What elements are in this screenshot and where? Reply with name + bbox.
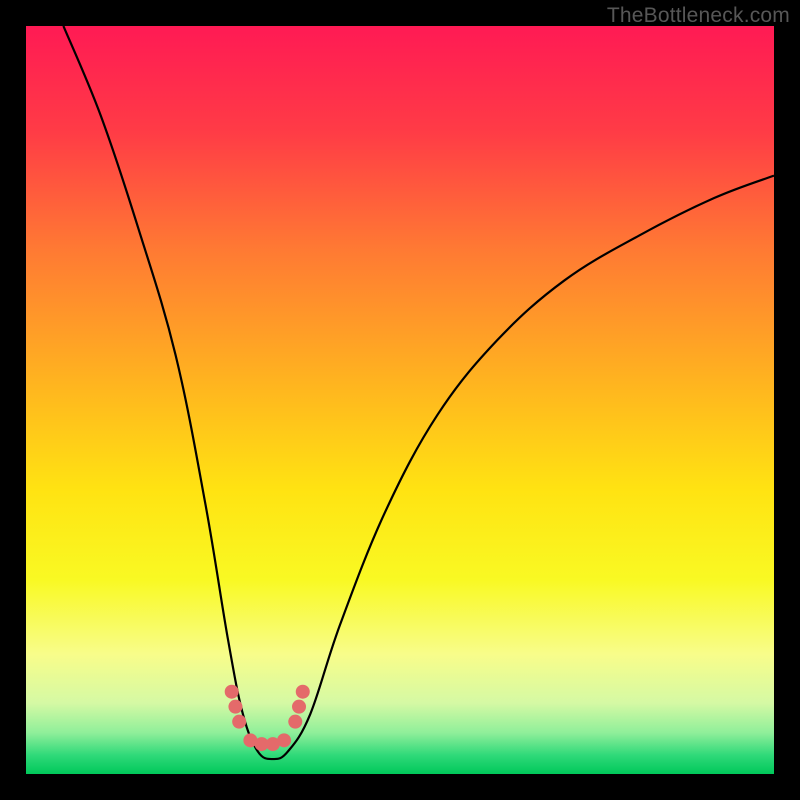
bottleneck-curve	[26, 26, 774, 774]
highlight-dot	[296, 685, 310, 699]
curve-path	[63, 26, 774, 759]
highlight-dot	[225, 685, 239, 699]
watermark-text: TheBottleneck.com	[607, 4, 790, 28]
highlight-dot	[277, 733, 291, 747]
highlight-dot	[228, 700, 242, 714]
highlight-dot	[232, 715, 246, 729]
highlight-dot	[292, 700, 306, 714]
highlight-dot	[288, 715, 302, 729]
chart-frame	[26, 26, 774, 774]
